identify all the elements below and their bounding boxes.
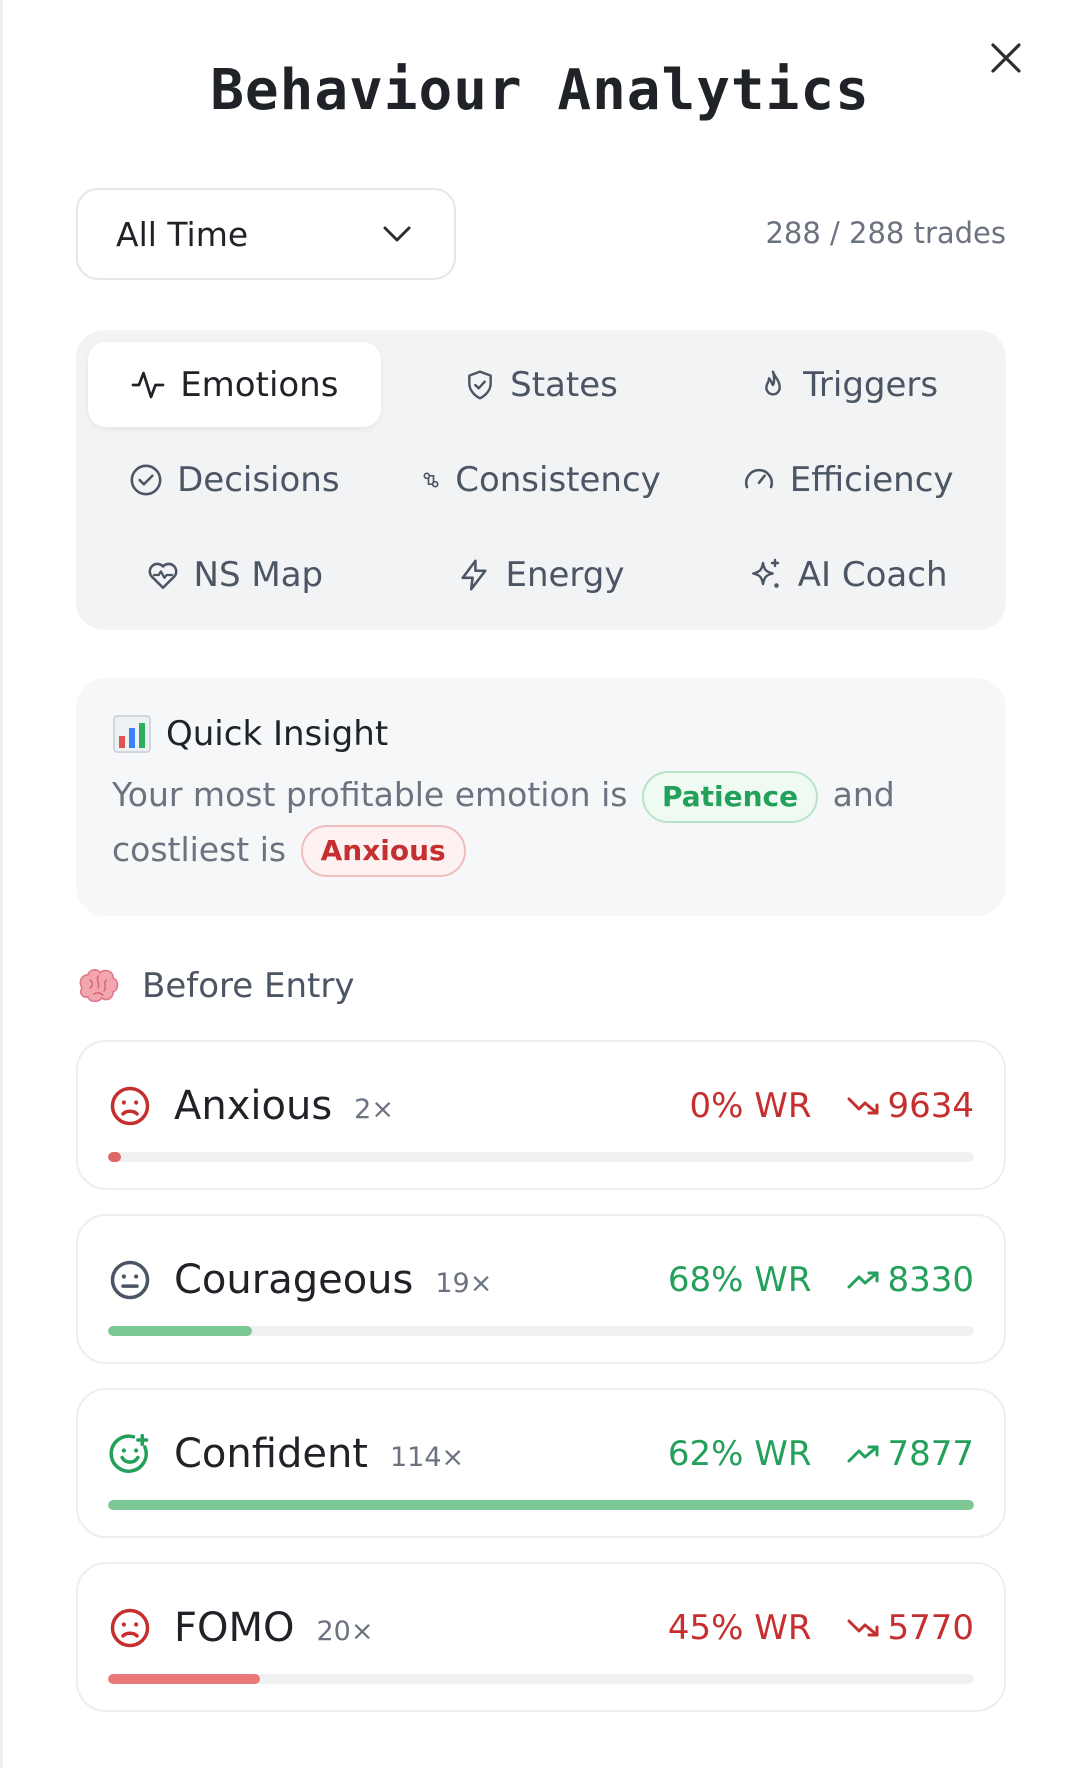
- emotion-card-confident[interactable]: Confident 114× 62% WR 7877: [76, 1388, 1006, 1538]
- time-range-select[interactable]: All Time: [76, 188, 456, 280]
- emotion-name: FOMO: [174, 1605, 295, 1651]
- tab-emotions[interactable]: Emotions: [88, 342, 381, 428]
- trend-up-icon: [847, 1271, 879, 1289]
- pnl-number: 9634: [887, 1086, 974, 1126]
- quick-insight-card: Quick Insight Your most profitable emoti…: [76, 678, 1006, 916]
- tab-label: Decisions: [177, 459, 340, 500]
- sad-face-icon: [110, 1608, 150, 1648]
- tab-label: Consistency: [455, 459, 661, 500]
- emotion-name: Courageous: [174, 1257, 414, 1303]
- tab-label: AI Coach: [797, 555, 948, 596]
- emotion-card-courageous[interactable]: Courageous 19× 68% WR 8330: [76, 1214, 1006, 1364]
- tab-triggers[interactable]: Triggers: [701, 342, 994, 427]
- progress-fill: [108, 1500, 974, 1510]
- pnl-value: 8330: [847, 1260, 974, 1300]
- bolt-icon: [461, 559, 488, 591]
- worst-emotion-badge: Anxious: [300, 825, 466, 877]
- brain-icon: [79, 969, 119, 1003]
- emotion-card-anxious[interactable]: Anxious 2× 0% WR 9634: [76, 1040, 1006, 1190]
- chevron-down-icon: [383, 226, 411, 242]
- tab-label: Efficiency: [789, 459, 954, 500]
- tab-states[interactable]: States: [395, 342, 688, 427]
- trend-down-icon: [847, 1619, 879, 1637]
- progress-fill: [108, 1674, 260, 1684]
- tab-label: NS Map: [193, 555, 324, 596]
- emotion-count: 114×: [389, 1441, 465, 1473]
- pnl-value: 9634: [847, 1086, 974, 1126]
- tab-energy[interactable]: Energy: [395, 533, 688, 618]
- win-rate: 0% WR: [689, 1086, 812, 1126]
- pnl-value: 5770: [847, 1608, 974, 1648]
- analytics-tabs: Emotions States Triggers Decisions Consi…: [76, 330, 1006, 630]
- pulse-icon: [131, 371, 165, 399]
- heart-pulse-icon: [148, 562, 177, 590]
- tab-label: States: [510, 364, 618, 405]
- emotion-name: Confident: [174, 1431, 368, 1477]
- tab-ai-coach[interactable]: AI Coach: [701, 533, 994, 618]
- tab-label: Triggers: [803, 364, 939, 405]
- insight-text: Your most profitable emotion is: [112, 775, 628, 814]
- tab-ns-map[interactable]: NS Map: [88, 533, 381, 618]
- emotion-count: 2×: [354, 1093, 394, 1125]
- progress-track: [108, 1152, 974, 1162]
- insight-title: Quick Insight: [166, 714, 389, 754]
- page-title: Behaviour Analytics: [210, 58, 870, 123]
- progress-fill: [108, 1326, 252, 1336]
- tab-label: Energy: [505, 555, 625, 596]
- sparkles-icon: [751, 559, 779, 589]
- win-rate: 45% WR: [667, 1608, 812, 1648]
- tab-label: Emotions: [180, 364, 339, 405]
- check-circle-icon: [130, 464, 162, 496]
- trade-count: 288 / 288 trades: [765, 216, 1006, 250]
- progress-track: [108, 1674, 974, 1684]
- tab-consistency[interactable]: Consistency: [395, 437, 688, 522]
- dots-icon: [423, 472, 439, 488]
- happy-face-plus-icon: [109, 1433, 149, 1473]
- insight-text: costliest is: [112, 829, 287, 869]
- win-rate: 68% WR: [667, 1260, 812, 1300]
- time-range-label: All Time: [116, 214, 249, 254]
- trend-up-icon: [847, 1445, 879, 1463]
- best-emotion-badge: Patience: [641, 770, 819, 823]
- win-rate: 62% WR: [667, 1434, 812, 1474]
- emotion-count: 20×: [316, 1615, 374, 1647]
- tab-efficiency[interactable]: Efficiency: [701, 437, 994, 522]
- flame-icon: [765, 370, 782, 396]
- sad-face-icon: [110, 1086, 150, 1126]
- progress-track: [108, 1326, 974, 1336]
- gauge-icon: [744, 468, 773, 489]
- bar-chart-icon: [113, 715, 151, 753]
- tab-decisions[interactable]: Decisions: [88, 437, 381, 522]
- before-entry-heading: Before Entry: [76, 966, 354, 1006]
- pnl-number: 8330: [887, 1260, 974, 1300]
- insight-text: and: [832, 775, 895, 814]
- neutral-face-icon: [110, 1260, 150, 1300]
- emotion-name: Anxious: [174, 1083, 333, 1129]
- pnl-value: 7877: [847, 1434, 974, 1474]
- progress-fill: [108, 1152, 121, 1162]
- modal-edge: [0, 0, 3, 1768]
- trend-down-icon: [847, 1097, 879, 1115]
- emotion-count: 19×: [435, 1267, 493, 1299]
- pnl-number: 7877: [887, 1434, 974, 1474]
- emotion-card-fomo[interactable]: FOMO 20× 45% WR 5770: [76, 1562, 1006, 1712]
- pnl-number: 5770: [887, 1608, 974, 1648]
- progress-track: [108, 1500, 974, 1510]
- section-title: Before Entry: [142, 966, 355, 1006]
- shield-icon: [468, 370, 492, 400]
